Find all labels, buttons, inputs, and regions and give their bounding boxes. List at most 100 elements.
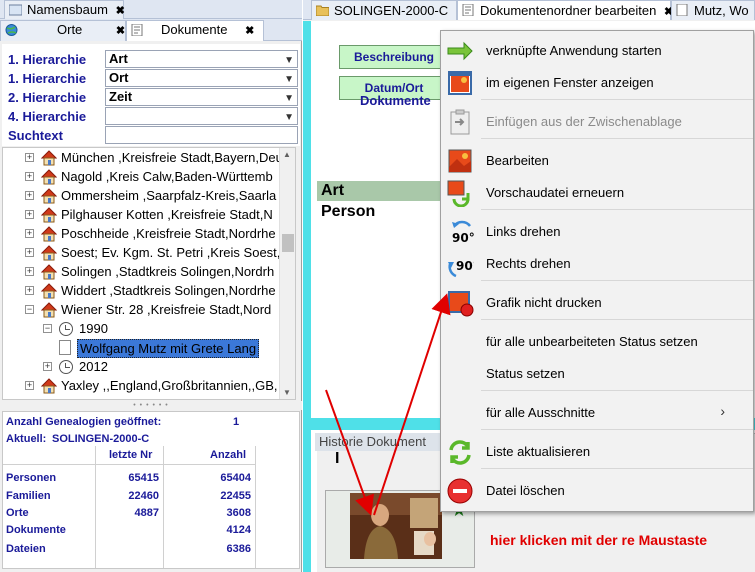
document-thumbnail[interactable] (350, 493, 442, 559)
context-menu-item[interactable]: verknüpfte Anwendung starten (442, 35, 753, 67)
expand-icon[interactable]: + (25, 229, 34, 238)
menu-separator (481, 99, 753, 100)
hierarchy-label: 1. Hierarchie (8, 71, 87, 86)
tree-row[interactable]: + Yaxley ,,England,Großbritannien,,GB, (3, 376, 279, 396)
pane-splitter[interactable]: • • • • • • (0, 401, 302, 410)
tree-row-label: Yaxley ,,England,Großbritannien,,GB, (61, 378, 278, 393)
stat-count: 4124 (226, 524, 251, 536)
folder-icon (316, 5, 329, 16)
hierarchy-select-1[interactable]: Art ▼ (105, 50, 298, 68)
context-menu-item[interactable]: für alle unbearbeiteten Status setzen (442, 326, 753, 358)
close-icon[interactable]: ✖ (245, 25, 254, 37)
context-menu-item[interactable]: Vorschaudatei erneuern (442, 177, 753, 209)
tab-dokumente[interactable]: Dokumente ✖ (126, 20, 264, 41)
expand-icon[interactable]: + (25, 248, 34, 257)
document-icon (59, 340, 71, 355)
tab-orte[interactable]: Orte ✖ (0, 20, 126, 41)
statistics-panel: Anzahl Genealogien geöffnet: 1 Aktuell: … (2, 411, 300, 569)
stat-count: 6386 (226, 543, 251, 555)
context-menu: verknüpfte Anwendung starten im eigenen F… (440, 30, 754, 512)
context-menu-label: Grafik nicht drucken (486, 295, 602, 310)
context-menu-item[interactable]: Bearbeiten (442, 145, 753, 177)
hint-text: hier klicken mit der re Maustaste (490, 532, 708, 548)
image-edit-icon (448, 149, 472, 173)
divider (255, 446, 256, 568)
context-menu-item[interactable]: Grafik nicht drucken (442, 287, 753, 319)
tree-scrollbar[interactable]: ▲ ▼ (279, 148, 295, 399)
svg-text:90°: 90° (452, 231, 474, 245)
context-menu-item[interactable]: 90° Links drehen (442, 216, 753, 248)
close-icon[interactable]: ✖ (116, 5, 125, 17)
house-icon (41, 302, 57, 318)
tab-dokumentenordner-label: Dokumentenordner bearbeiten (480, 3, 657, 18)
context-menu-item[interactable]: 90° Rechts drehen (442, 248, 753, 280)
stat-label: Dokumente (6, 524, 66, 536)
context-menu-item: Einfügen aus der Zwischenablage (442, 106, 753, 138)
tab-solingen[interactable]: SOLINGEN-2000-C (311, 0, 457, 20)
grid-header: Art (317, 181, 447, 201)
tree-row[interactable]: Wolfgang Mutz mit Grete Lang (3, 338, 279, 358)
grid-cell[interactable]: Person (317, 201, 447, 223)
tree-row[interactable]: + Nagold ,Kreis Calw,Baden-Württemb (3, 167, 279, 187)
expand-icon[interactable]: + (43, 362, 52, 371)
context-menu-item[interactable]: im eigenen Fenster anzeigen (442, 67, 753, 99)
stat-last-number: 22460 (128, 490, 159, 502)
tree-row[interactable]: +2012 (3, 357, 279, 377)
context-menu-item[interactable]: Status setzen (442, 358, 753, 390)
chevron-down-icon: ▼ (284, 74, 294, 85)
house-icon (41, 150, 57, 166)
col-last-header: letzte Nr (109, 449, 153, 461)
tree-row[interactable]: − 1990 (3, 319, 279, 339)
expand-icon[interactable]: + (25, 267, 34, 276)
left-top-tabbar: Namensbaum ✖ (0, 0, 302, 19)
chevron-down-icon: ▼ (284, 93, 294, 104)
expand-icon[interactable]: + (25, 210, 34, 219)
stat-label: Familien (6, 490, 51, 502)
tree-row[interactable]: + Ommersheim ,Saarpfalz-Kreis,Saarla (3, 186, 279, 206)
context-menu-label: verknüpfte Anwendung starten (486, 43, 662, 58)
document-icon (676, 4, 688, 16)
left-panel: Namensbaum ✖ Orte ✖ Dokumente ✖ 1. Hiera… (0, 0, 302, 572)
hierarchy-select-2[interactable]: Ort ▼ (105, 69, 298, 87)
context-menu-item[interactable]: Datei löschen (442, 475, 753, 507)
expand-icon[interactable]: + (25, 172, 34, 181)
rotate-right-icon: 90° (448, 259, 474, 278)
tree-row-label: Soest; Ev. Kgm. St. Petri ,Kreis Soest, (61, 245, 281, 260)
beschreibung-button[interactable]: Beschreibung (339, 45, 449, 69)
collapse-icon[interactable]: − (25, 305, 34, 314)
tree-row[interactable]: + Poschheide ,Kreisfreie Stadt,Nordrhe (3, 224, 279, 244)
close-icon[interactable]: ✖ (116, 25, 125, 37)
hierarchy-select-3[interactable]: Zeit ▼ (105, 88, 298, 106)
context-menu-item[interactable]: Liste aktualisieren (442, 436, 753, 468)
tree-row[interactable]: − Wiener Str. 28 ,Kreisfreie Stadt,Nord (3, 300, 279, 320)
context-menu-item[interactable]: für alle Ausschnitte › (442, 397, 753, 429)
tree-row[interactable]: + Solingen ,Stadtkreis Solingen,Nordrh (3, 262, 279, 282)
accent-bar (303, 21, 311, 572)
tree-row[interactable]: + Pilghauser Kotten ,Kreisfreie Stadt,N (3, 205, 279, 225)
scroll-down-icon[interactable]: ▼ (283, 388, 291, 397)
house-icon (41, 283, 57, 299)
scroll-thumb[interactable] (282, 234, 294, 252)
tab-namensbaum[interactable]: Namensbaum ✖ (4, 0, 125, 19)
expand-icon[interactable]: + (25, 381, 34, 390)
tree-row[interactable]: + Soest; Ev. Kgm. St. Petri ,Kreis Soest, (3, 243, 281, 263)
hierarchy-select-4[interactable]: ▼ (105, 107, 298, 125)
expand-icon[interactable]: + (25, 191, 34, 200)
house-icon (41, 226, 57, 242)
hierarchy-select-value: Zeit (109, 89, 133, 104)
document-grid[interactable]: Art Person (317, 181, 447, 225)
tree-row[interactable]: + München ,Kreisfreie Stadt,Bayern,Deu (3, 148, 283, 168)
house-icon (41, 245, 57, 261)
scroll-up-icon[interactable]: ▲ (283, 150, 291, 159)
tree-row[interactable]: + Widdert ,Stadtkreis Solingen,Nordrhe (3, 281, 279, 301)
expand-icon[interactable]: + (25, 286, 34, 295)
menu-separator (481, 319, 753, 320)
stat-count: 22455 (220, 490, 251, 502)
collapse-icon[interactable]: − (43, 324, 52, 333)
tab-mutz-label: Mutz, Wo (694, 3, 749, 18)
expand-icon[interactable]: + (25, 153, 34, 162)
tab-dokumentenordner[interactable]: Dokumentenordner bearbeiten ✖ (457, 0, 673, 20)
stat-last-number: 4887 (134, 507, 159, 519)
search-input[interactable] (105, 126, 298, 144)
tab-mutz[interactable]: Mutz, Wo (671, 0, 755, 20)
